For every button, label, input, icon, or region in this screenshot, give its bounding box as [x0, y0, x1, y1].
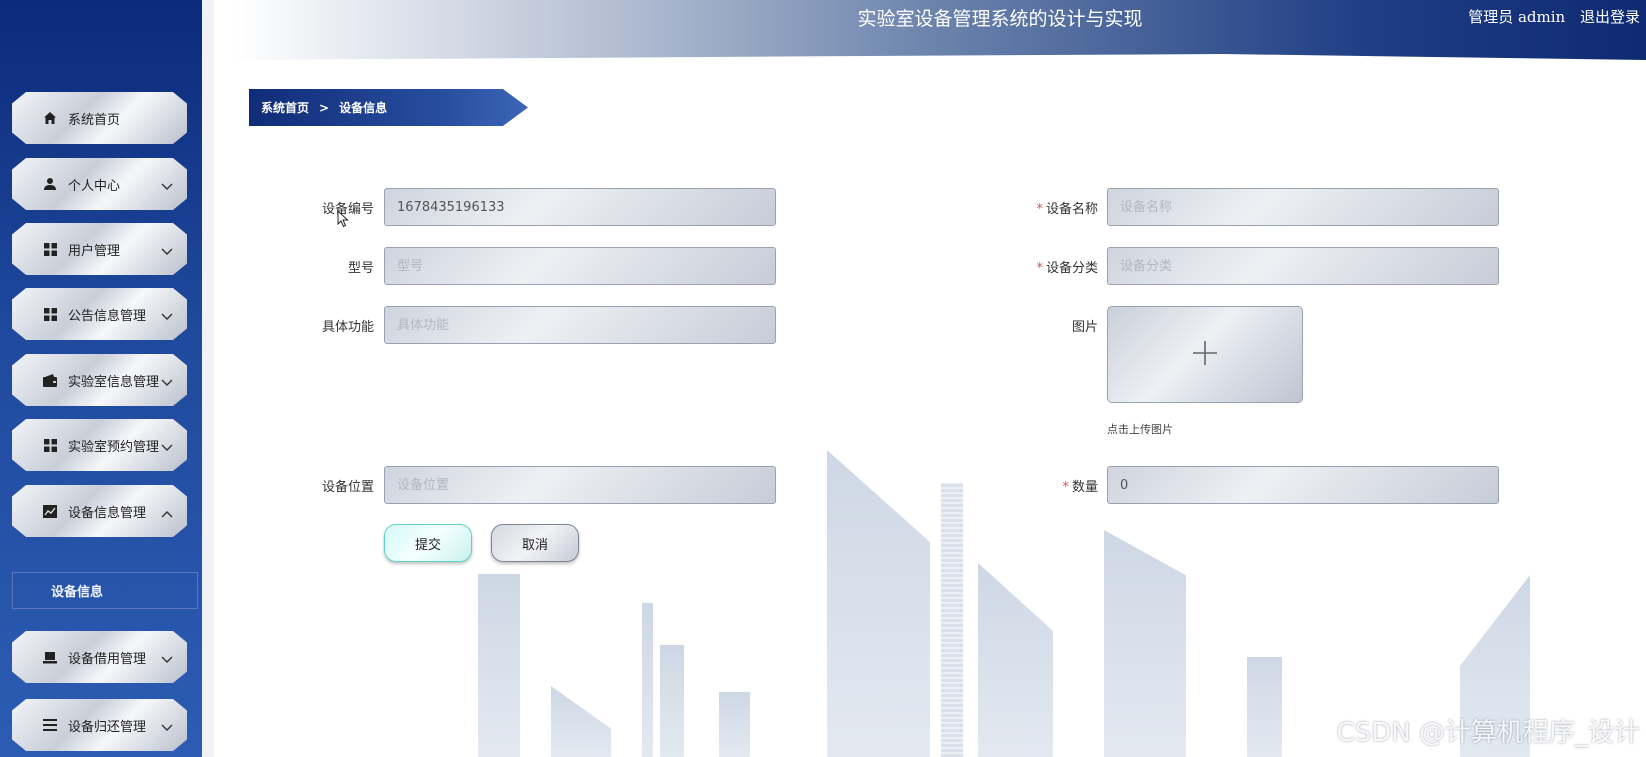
chevron-down-icon: [161, 241, 173, 260]
sidebar-item-device-borrow-management[interactable]: 设备借用管理: [12, 631, 187, 683]
sidebar-item-label: 个人中心: [68, 178, 121, 194]
device-no-field[interactable]: [384, 188, 776, 226]
breadcrumb-current: 设备信息: [339, 101, 388, 115]
category-label: * 设备分类: [1036, 261, 1098, 276]
list-icon: [42, 717, 58, 733]
plus-icon: [1191, 339, 1219, 371]
chart-icon: [42, 503, 58, 519]
submit-button[interactable]: 提交: [384, 524, 472, 562]
device-no-label: 设备编号: [321, 202, 374, 217]
category-field[interactable]: [1107, 247, 1499, 285]
app-title: 实验室设备管理系统的设计与实现: [857, 8, 1143, 30]
sidebar-item-device-return-management[interactable]: 设备归还管理: [12, 699, 187, 751]
chevron-down-icon: [161, 649, 173, 668]
sidebar-item-notice-management[interactable]: 公告信息管理: [12, 288, 187, 340]
sidebar-item-label: 用户管理: [68, 243, 121, 259]
grid-icon: [42, 437, 58, 453]
wallet-icon: [42, 372, 58, 388]
sidebar-item-label: 设备归还管理: [68, 719, 147, 735]
bg-building: [1247, 657, 1282, 757]
sidebar-item-device-info-management[interactable]: 设备信息管理: [12, 485, 187, 537]
sidebar-item-lab-info-management[interactable]: 实验室信息管理: [12, 354, 187, 406]
bg-building: [660, 645, 684, 757]
required-mark: *: [1036, 261, 1043, 276]
chevron-down-icon: [161, 437, 173, 456]
sidebar-item-label: 实验室信息管理: [68, 374, 160, 390]
sidebar-item-label: 公告信息管理: [68, 308, 147, 324]
bg-building: [478, 574, 520, 757]
function-label: 具体功能: [321, 320, 374, 335]
sidebar-subitem-label: 设备信息: [51, 585, 104, 600]
required-mark: *: [1062, 480, 1069, 495]
sidebar-item-label: 系统首页: [68, 112, 121, 128]
chevron-down-icon: [161, 176, 173, 195]
required-mark: *: [1036, 202, 1043, 217]
grid-icon: [42, 241, 58, 257]
sidebar-item-label: 设备信息管理: [68, 505, 147, 521]
model-label: 型号: [347, 261, 374, 276]
quantity-label: * 数量: [1062, 480, 1098, 495]
upload-tip: 点击上传图片: [1107, 423, 1173, 436]
image-upload-box[interactable]: [1107, 306, 1303, 403]
function-field[interactable]: [384, 306, 776, 344]
chevron-down-icon: [161, 372, 173, 391]
home-icon: [42, 110, 58, 126]
sidebar-subitem-device-info[interactable]: 设备信息: [12, 572, 198, 609]
laptop-icon: [42, 649, 58, 665]
grid-icon: [42, 306, 58, 322]
logout-link[interactable]: 退出登录: [1580, 8, 1640, 26]
sidebar: 系统首页 个人中心 用户管理 公告信息管理 实验室信息管理 实验室预约管理 设备…: [0, 0, 214, 757]
user-icon: [42, 176, 58, 192]
location-field[interactable]: [384, 466, 776, 504]
device-name-label: * 设备名称: [1036, 202, 1098, 217]
chevron-down-icon: [161, 717, 173, 736]
quantity-field[interactable]: [1107, 466, 1499, 504]
device-name-field[interactable]: [1107, 188, 1499, 226]
location-label: 设备位置: [321, 480, 374, 495]
mouse-cursor-icon: [337, 209, 349, 232]
bg-building: [978, 563, 1053, 757]
header-user-area: 管理员 admin 退出登录: [1458, 6, 1640, 27]
chevron-up-icon: [161, 503, 173, 522]
sidebar-item-personal-center[interactable]: 个人中心: [12, 158, 187, 210]
watermark: CSDN @计算机程序_设计: [1336, 718, 1640, 748]
bg-building: [551, 686, 611, 757]
sidebar-item-label: 实验室预约管理: [68, 439, 160, 455]
sidebar-item-label: 设备借用管理: [68, 651, 147, 667]
sidebar-item-home[interactable]: 系统首页: [12, 92, 187, 144]
bg-building: [719, 692, 750, 757]
user-name-label: 管理员 admin: [1468, 8, 1566, 26]
bg-building: [1104, 530, 1186, 757]
bg-building: [941, 483, 963, 757]
chevron-down-icon: [161, 306, 173, 325]
sidebar-item-user-management[interactable]: 用户管理: [12, 223, 187, 275]
breadcrumb-home[interactable]: 系统首页: [261, 99, 309, 116]
breadcrumb: 系统首页 > 设备信息: [249, 89, 528, 126]
model-field[interactable]: [384, 247, 776, 285]
sidebar-item-lab-booking-management[interactable]: 实验室预约管理: [12, 419, 187, 471]
bg-building: [642, 603, 653, 757]
cancel-button[interactable]: 取消: [491, 524, 579, 562]
image-label: 图片: [1071, 320, 1098, 335]
breadcrumb-separator: >: [319, 100, 330, 115]
bg-building: [827, 450, 930, 757]
top-header: 实验室设备管理系统的设计与实现 管理员 admin 退出登录: [234, 0, 1646, 60]
